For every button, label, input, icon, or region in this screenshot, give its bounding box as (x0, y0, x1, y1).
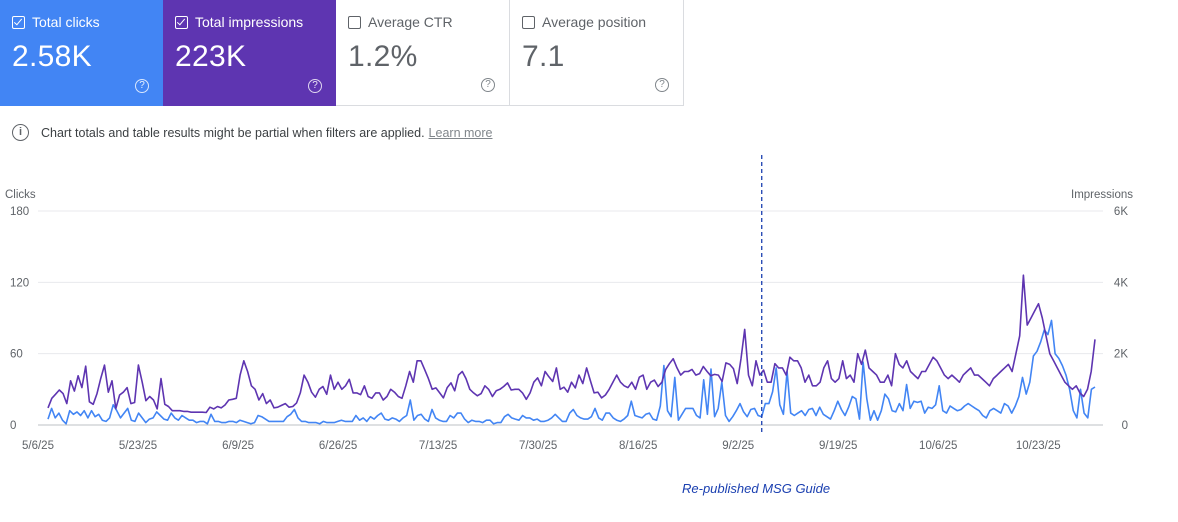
y-tick-left: 60 (10, 349, 23, 361)
learn-more-link[interactable]: Learn more (429, 126, 493, 140)
x-tick-label: 5/23/25 (119, 440, 157, 452)
help-icon[interactable]: ? (481, 78, 495, 92)
info-icon: i (12, 124, 29, 141)
card-value: 7.1 (522, 40, 565, 73)
checkbox-unchecked-icon[interactable] (348, 15, 361, 29)
checkbox-unchecked-icon[interactable] (522, 15, 535, 29)
y-tick-left: 120 (10, 277, 29, 289)
card-head: Total clicks (12, 14, 151, 30)
metric-card-average-position[interactable]: Average position 7.1 ? (510, 0, 684, 106)
metric-card-total-clicks[interactable]: Total clicks 2.58K ? (0, 0, 163, 106)
y-tick-right: 2K (1114, 349, 1128, 361)
metric-card-total-impressions[interactable]: Total impressions 223K ? (163, 0, 336, 106)
card-value: 223K (175, 40, 247, 73)
x-tick-label: 7/13/25 (419, 440, 457, 452)
help-icon[interactable]: ? (655, 78, 669, 92)
x-tick-label: 8/16/25 (619, 440, 657, 452)
y-tick-left: 180 (10, 206, 29, 218)
card-head: Total impressions (175, 14, 324, 30)
partial-results-notice: i Chart totals and table results might b… (12, 124, 492, 141)
checkbox-checked-icon[interactable] (175, 15, 188, 29)
card-label: Total clicks (32, 14, 100, 30)
y-tick-right: 4K (1114, 277, 1128, 289)
y-tick-right: 0 (1122, 420, 1128, 432)
x-tick-label: 9/2/25 (722, 440, 754, 452)
card-head: Average CTR (348, 14, 497, 30)
x-tick-label: 5/6/25 (22, 440, 54, 452)
x-tick-label: 9/19/25 (819, 440, 857, 452)
y-axis-label-right: Impressions (1071, 189, 1133, 201)
help-icon[interactable]: ? (308, 79, 322, 93)
x-tick-label: 6/9/25 (222, 440, 254, 452)
card-head: Average position (522, 14, 671, 30)
notice-text: Chart totals and table results might be … (41, 125, 425, 140)
annotation-caption: Re-published MSG Guide (682, 481, 831, 496)
checkbox-checked-icon[interactable] (12, 15, 25, 29)
x-tick-label: 6/26/25 (319, 440, 357, 452)
metric-card-average-ctr[interactable]: Average CTR 1.2% ? (336, 0, 510, 106)
card-label: Average position (542, 14, 647, 30)
y-tick-right: 6K (1114, 206, 1128, 218)
x-tick-label: 7/30/25 (519, 440, 557, 452)
x-tick-label: 10/23/25 (1016, 440, 1061, 452)
card-value: 2.58K (12, 40, 92, 73)
card-value: 1.2% (348, 40, 418, 73)
card-label: Total impressions (195, 14, 304, 30)
y-tick-left: 0 (10, 420, 16, 432)
help-icon[interactable]: ? (135, 79, 149, 93)
y-axis-label-left: Clicks (5, 189, 36, 201)
metric-cards: Total clicks 2.58K ? Total impressions 2… (0, 0, 684, 106)
clicks-series-line (47, 319, 1096, 425)
x-tick-label: 10/6/25 (919, 440, 957, 452)
performance-chart: 0 60 120 180 0 2K 4K 6K Clicks Impressions 5/6/25 5… (5, 155, 1133, 452)
card-label: Average CTR (368, 14, 453, 30)
